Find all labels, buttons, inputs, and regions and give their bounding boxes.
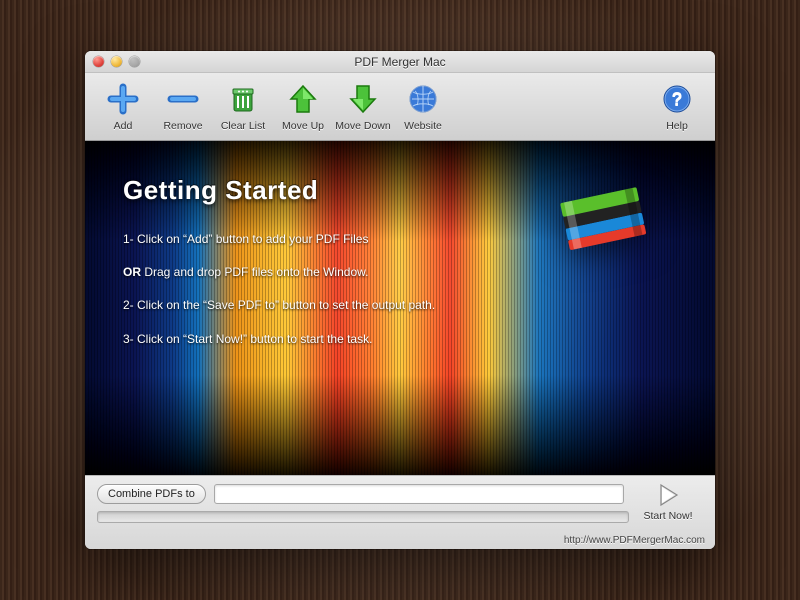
toolbar-label: Move Up	[282, 120, 324, 132]
add-icon	[106, 82, 140, 116]
content-area[interactable]: Getting Started 1- Click on “Add” button…	[85, 141, 715, 475]
move-down-icon	[346, 82, 380, 116]
move-up-icon	[286, 82, 320, 116]
progress-bar	[97, 511, 629, 523]
move-up-button[interactable]: Move Up	[273, 82, 333, 132]
website-button[interactable]: Website	[393, 82, 453, 132]
toolbar-label: Clear List	[221, 120, 265, 132]
website-icon	[406, 82, 440, 116]
toolbar-label: Add	[114, 120, 133, 132]
clear-list-icon	[226, 82, 260, 116]
footer-url[interactable]: http://www.PDFMergerMac.com	[564, 535, 705, 546]
help-button[interactable]: ? Help	[647, 82, 707, 132]
move-down-button[interactable]: Move Down	[333, 82, 393, 132]
start-now-button[interactable]: Start Now!	[637, 482, 699, 522]
toolbar-label: Website	[404, 120, 442, 132]
toolbar: Add Remove Clear List Move Up Move Down	[85, 73, 715, 141]
step-3-text: 3- Click on “Start Now!” button to start…	[123, 330, 685, 349]
step-2-text: 2- Click on the “Save PDF to” button to …	[123, 296, 685, 315]
or-prefix: OR	[123, 265, 141, 279]
app-window: PDF Merger Mac Add Remove Clear List M	[85, 51, 715, 549]
help-icon: ?	[660, 82, 694, 116]
bottom-bar: Combine PDFs to Start Now! http://www.PD…	[85, 475, 715, 549]
svg-text:?: ?	[672, 89, 683, 109]
add-button[interactable]: Add	[93, 82, 153, 132]
output-path-input[interactable]	[214, 484, 624, 504]
remove-icon	[166, 82, 200, 116]
toolbar-label: Move Down	[335, 120, 390, 132]
book-stack-icon	[553, 177, 673, 287]
output-row: Combine PDFs to	[97, 484, 703, 504]
remove-button[interactable]: Remove	[153, 82, 213, 132]
play-icon	[655, 482, 681, 508]
window-title: PDF Merger Mac	[85, 55, 715, 69]
start-now-label: Start Now!	[643, 510, 692, 522]
or-rest: Drag and drop PDF files onto the Window.	[141, 265, 368, 279]
combine-pdfs-to-button[interactable]: Combine PDFs to	[97, 484, 206, 504]
toolbar-label: Help	[666, 120, 688, 132]
toolbar-label: Remove	[163, 120, 202, 132]
clear-list-button[interactable]: Clear List	[213, 82, 273, 132]
titlebar: PDF Merger Mac	[85, 51, 715, 73]
